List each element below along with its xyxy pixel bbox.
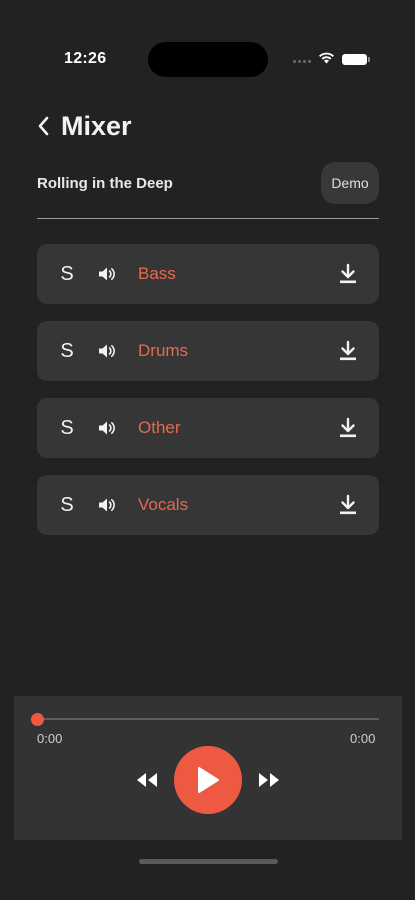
track-row-other: S Other	[37, 398, 379, 458]
track-name: Vocals	[138, 495, 189, 514]
download-icon[interactable]	[338, 340, 358, 362]
download-icon[interactable]	[338, 263, 358, 285]
battery-icon	[342, 54, 370, 65]
song-title: Rolling in the Deep	[37, 174, 173, 192]
download-icon[interactable]	[338, 417, 358, 439]
status-time: 12:26	[64, 50, 107, 67]
song-row: Rolling in the Deep Demo	[37, 162, 379, 204]
total-time: 0:00	[350, 731, 376, 746]
play-icon	[198, 767, 219, 793]
progress-knob[interactable]	[31, 713, 44, 726]
track-name: Bass	[138, 264, 176, 283]
solo-button[interactable]: S	[60, 340, 74, 363]
speaker-icon[interactable]	[97, 341, 117, 361]
solo-button[interactable]: S	[60, 494, 74, 517]
speaker-icon[interactable]	[97, 418, 117, 438]
solo-button[interactable]: S	[60, 263, 74, 286]
dynamic-island	[148, 42, 268, 77]
play-button[interactable]	[174, 746, 242, 814]
track-row-drums: S Drums	[37, 321, 379, 381]
fast-forward-icon[interactable]	[256, 771, 282, 789]
track-name: Drums	[138, 341, 189, 360]
speaker-icon[interactable]	[97, 264, 117, 284]
download-icon[interactable]	[338, 494, 358, 516]
track-name: Other	[138, 418, 181, 437]
demo-button[interactable]: Demo	[321, 162, 379, 204]
elapsed-time: 0:00	[37, 731, 63, 746]
solo-button[interactable]: S	[60, 417, 74, 440]
header: Mixer	[37, 108, 132, 144]
speaker-icon[interactable]	[97, 495, 117, 515]
track-row-bass: S Bass	[37, 244, 379, 304]
cellular-dots-icon	[293, 60, 311, 63]
divider	[37, 218, 379, 219]
track-row-vocals: S Vocals	[37, 475, 379, 535]
home-indicator	[139, 859, 278, 864]
back-button[interactable]	[37, 111, 55, 141]
page-title: Mixer	[61, 110, 132, 141]
rewind-icon[interactable]	[134, 771, 160, 789]
wifi-icon	[319, 52, 334, 64]
track-list: S Bass S Drums S Other S Vocals	[37, 244, 379, 552]
progress-slider[interactable]	[37, 718, 379, 720]
chevron-left-icon	[38, 116, 49, 136]
status-bar: 12:26	[0, 0, 415, 77]
